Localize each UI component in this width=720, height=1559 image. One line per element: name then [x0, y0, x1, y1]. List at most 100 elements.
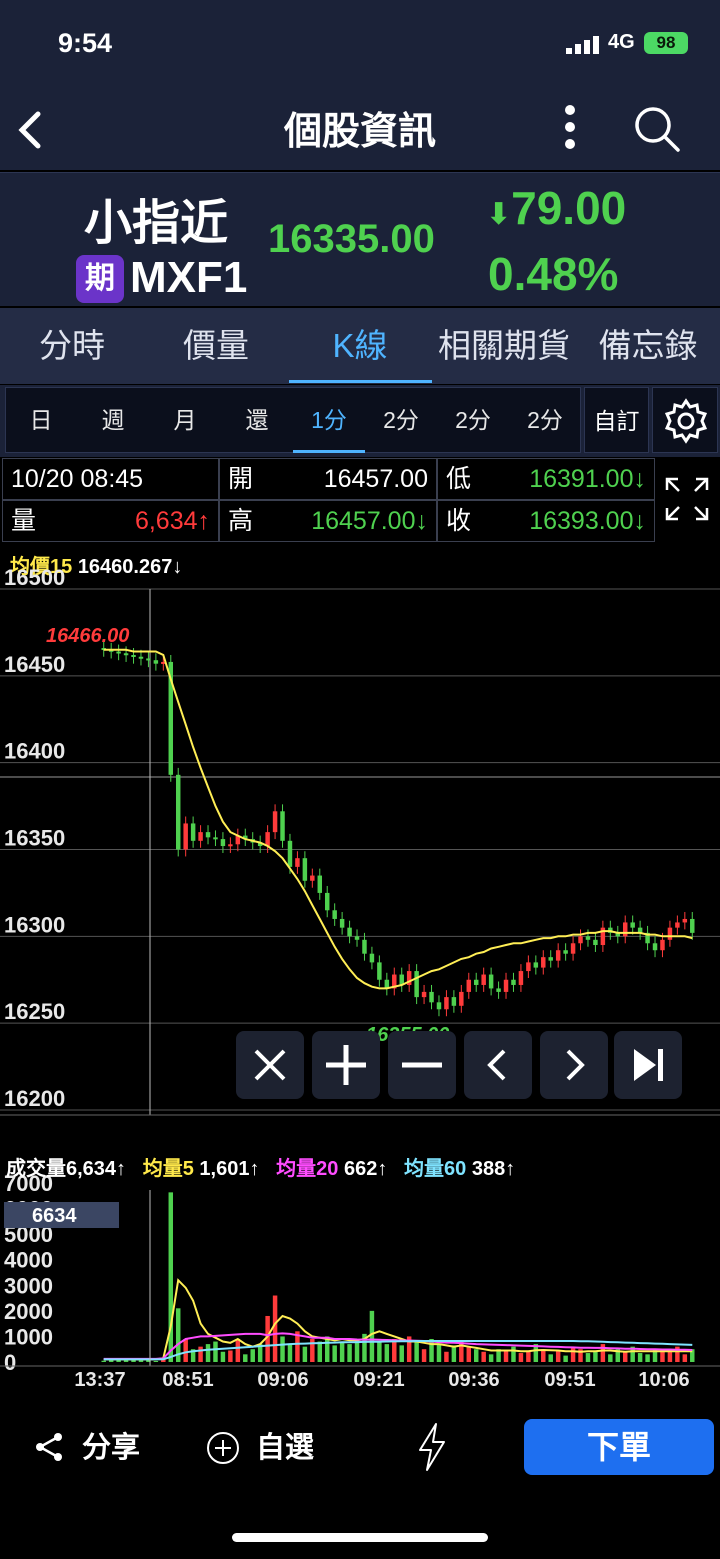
- candle-body: [690, 918, 695, 933]
- candle-body: [153, 660, 159, 664]
- lightning-icon[interactable]: [416, 1422, 448, 1472]
- watchlist-button[interactable]: 自選: [256, 1426, 314, 1470]
- candle-body: [228, 844, 233, 847]
- candle-body: [310, 875, 315, 881]
- candle-body: [280, 811, 285, 841]
- minus-icon: [402, 1062, 442, 1068]
- price-tick-label: 16300: [4, 912, 65, 937]
- candle-body: [302, 858, 308, 881]
- vma20-label: 均量: [276, 1158, 317, 1180]
- candle-body: [555, 950, 561, 961]
- volume-bar: [451, 1345, 457, 1362]
- volume-tick-label: 1000: [4, 1324, 53, 1349]
- candle-body: [429, 991, 434, 1003]
- candle-body: [660, 939, 665, 951]
- volume-bar: [436, 1344, 442, 1362]
- candle-body: [339, 918, 345, 928]
- volume-tick-label: 2000: [4, 1299, 53, 1324]
- add-circle-icon[interactable]: [206, 1431, 240, 1465]
- chevron-right-icon: [566, 1049, 585, 1081]
- candle-body: [593, 939, 598, 946]
- x-tick-label: 09:21: [353, 1369, 404, 1391]
- volume-bar: [570, 1346, 576, 1362]
- candle-body: [414, 971, 419, 998]
- candle-body: [369, 953, 375, 963]
- price-tick-label: 16400: [4, 739, 65, 764]
- candle-body: [541, 957, 546, 968]
- chevron-left-icon: [487, 1049, 506, 1081]
- candle-body: [622, 922, 628, 937]
- candle-body: [175, 774, 181, 850]
- candle-body: [116, 651, 121, 654]
- volume-tick-label: 4000: [4, 1248, 53, 1273]
- volume-bar: [585, 1353, 591, 1362]
- volume-bar: [637, 1353, 643, 1362]
- candle-body: [511, 979, 516, 985]
- volume-bar: [138, 1360, 144, 1362]
- zoom-out-button[interactable]: [388, 1031, 456, 1099]
- kline-chart[interactable]: 16500 16450 16400 16350 16300 16250 16200 16466…: [0, 0, 720, 1400]
- candle-body: [488, 974, 494, 989]
- x-tick-label: 09:06: [257, 1369, 308, 1391]
- volume-bar: [317, 1341, 323, 1362]
- vma5-value: 1,601↑: [199, 1158, 260, 1180]
- candle-body: [190, 823, 196, 841]
- volume-bar: [347, 1344, 352, 1362]
- plus-icon: [326, 1045, 366, 1085]
- vma5-label: 均量: [142, 1158, 183, 1180]
- candle-body: [138, 656, 144, 659]
- candle-body: [205, 832, 211, 838]
- candle-body: [473, 979, 479, 985]
- vma20-period: 20: [316, 1158, 339, 1180]
- candle-body: [503, 979, 509, 992]
- share-icon[interactable]: [34, 1431, 66, 1463]
- volume-bar: [213, 1341, 218, 1362]
- candle-body: [563, 950, 568, 954]
- share-button[interactable]: 分享: [82, 1426, 140, 1470]
- zoom-in-button[interactable]: [312, 1031, 380, 1099]
- volume-bar: [481, 1351, 486, 1362]
- volume-bar: [555, 1350, 561, 1362]
- candle-body: [630, 922, 635, 928]
- volume-legend: 成交量6,634↑ 均量5 1,601↑ 均量20 662↑ 均量60 388↑: [6, 1152, 515, 1181]
- price-tick-label: 16500: [4, 565, 65, 590]
- volume-bar: [600, 1344, 606, 1362]
- volume-bar: [421, 1349, 427, 1362]
- candle-body: [548, 957, 553, 961]
- volume-bar: [526, 1351, 531, 1362]
- volume-bar: [205, 1344, 211, 1362]
- volume-bar: [399, 1345, 404, 1362]
- vol-label: 成交量: [6, 1158, 66, 1180]
- place-order-button[interactable]: 下單: [524, 1419, 714, 1475]
- candle-body: [332, 910, 337, 919]
- x-tick-label: 08:51: [162, 1369, 213, 1391]
- vma60-value: 388↑: [471, 1158, 516, 1180]
- candle-body: [324, 892, 330, 911]
- candle-body: [459, 991, 464, 1006]
- volume-bar: [339, 1341, 345, 1362]
- scroll-right-button[interactable]: [540, 1031, 608, 1099]
- price-tick-label: 16350: [4, 826, 65, 851]
- volume-bar: [503, 1350, 509, 1362]
- jump-to-latest-button[interactable]: [614, 1031, 682, 1099]
- candle-body: [585, 936, 591, 940]
- candle-body: [123, 653, 129, 656]
- volume-bar: [392, 1338, 397, 1362]
- candle-body: [526, 962, 531, 972]
- candle-body: [675, 922, 680, 928]
- volume-bar: [101, 1360, 106, 1362]
- volume-bar: [548, 1354, 553, 1362]
- candle-body: [496, 988, 501, 992]
- volume-bar: [272, 1295, 278, 1362]
- volume-bar: [488, 1354, 494, 1362]
- candle-body: [198, 832, 203, 841]
- crosshair-volume-label: 6634: [32, 1205, 77, 1227]
- close-crosshair-button[interactable]: [236, 1031, 304, 1099]
- candle-body: [667, 927, 673, 940]
- volume-bar: [302, 1346, 308, 1362]
- scroll-left-button[interactable]: [464, 1031, 532, 1099]
- candle-body: [436, 1002, 442, 1010]
- x-tick-label: 10:06: [638, 1369, 689, 1391]
- volume-bar: [198, 1346, 203, 1362]
- volume-bar: [228, 1350, 233, 1362]
